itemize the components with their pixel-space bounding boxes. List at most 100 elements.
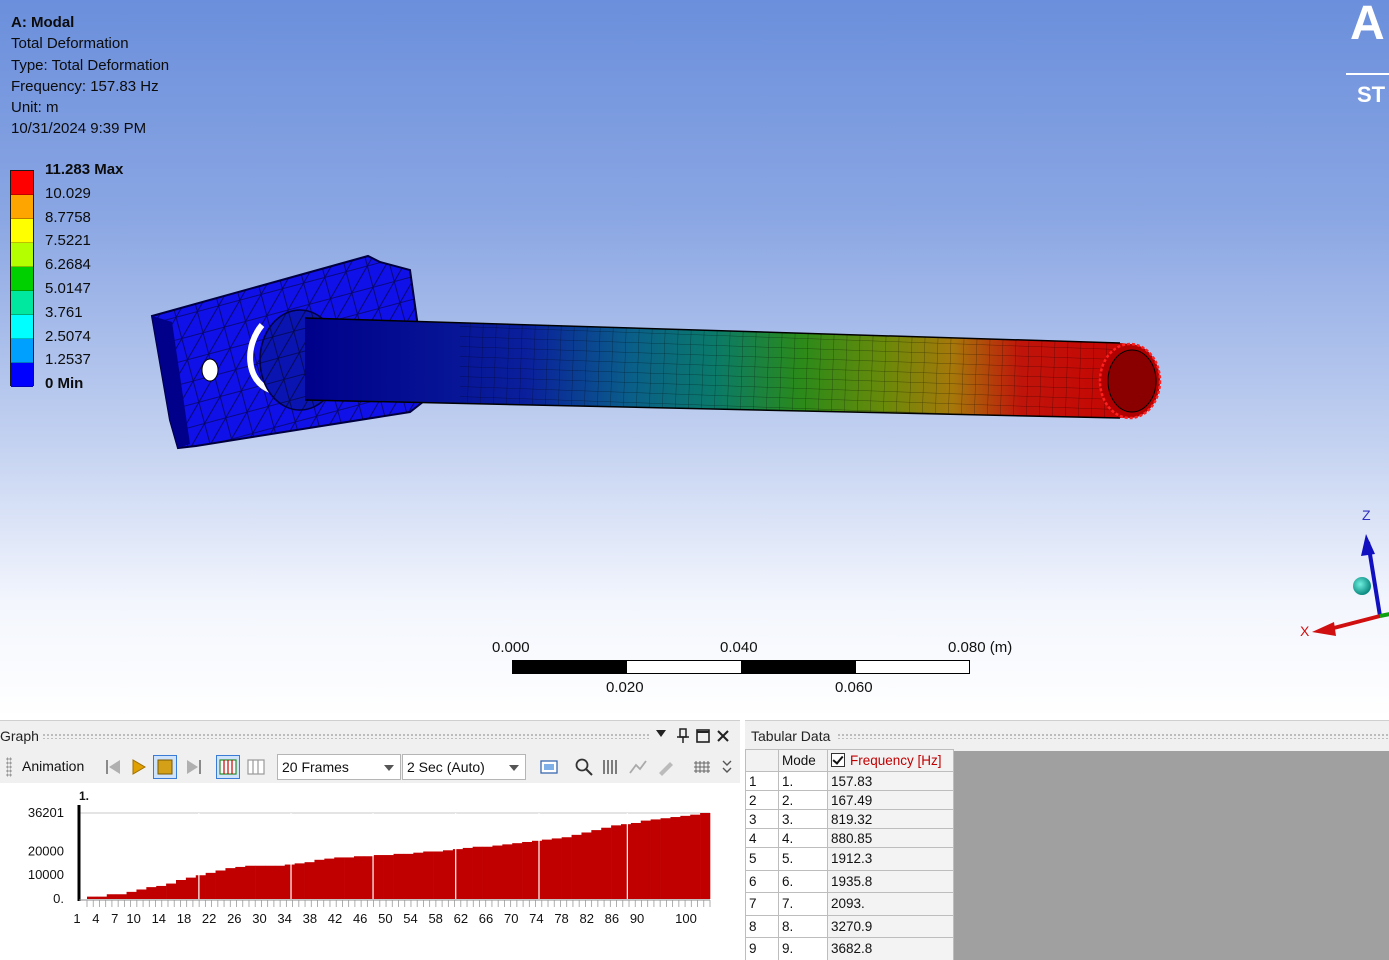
table-row[interactable]: 4 4. 880.85 xyxy=(745,828,954,848)
toolbar-overflow-button[interactable] xyxy=(718,755,736,779)
frequency-bar xyxy=(265,865,276,899)
duration-select[interactable]: 2 Sec (Auto) xyxy=(402,754,526,780)
frequency-bar xyxy=(532,840,543,899)
x-axis-arrow xyxy=(1312,622,1336,636)
frequency-checkbox[interactable] xyxy=(831,753,845,767)
table-header-row: Mode Frequency [Hz] xyxy=(745,749,954,772)
frequency-column-header[interactable]: Frequency [Hz] xyxy=(827,749,954,772)
row-index-cell: 2 xyxy=(745,790,779,810)
frequency-cell: 880.85 xyxy=(827,828,954,848)
distributed-frames-button[interactable] xyxy=(216,755,240,779)
graph-panel-title: Graph xyxy=(0,728,39,744)
frequency-bar xyxy=(482,846,493,899)
palette-button[interactable] xyxy=(654,755,678,779)
export-video-button[interactable] xyxy=(537,755,561,779)
frequency-cell: 2093. xyxy=(827,892,954,916)
row-index-cell: 7 xyxy=(745,892,779,916)
coordinate-triad[interactable]: Z X xyxy=(1290,500,1389,650)
next-frame-button[interactable] xyxy=(182,755,206,779)
frequency-bar-chart[interactable]: 1. 36201 20000 10000 0. 1 4 7 10 14 18 22 26 30 34 38 42… xyxy=(0,783,740,960)
x-tick-label: 86 xyxy=(605,911,619,926)
y-tick-label: 20000 xyxy=(28,843,64,858)
x-tick-label: 70 xyxy=(504,911,518,926)
frequency-bar xyxy=(433,851,444,899)
animation-toolbar: Animation 20 Frames 2 Sec (Auto) xyxy=(0,751,740,783)
row-index-cell: 8 xyxy=(745,914,779,938)
frames-distributed-icon xyxy=(219,759,237,775)
x-tick-label: 100 xyxy=(675,911,697,926)
frequency-bar xyxy=(176,879,187,899)
frequency-bar xyxy=(413,852,424,899)
x-tick-label: 50 xyxy=(378,911,392,926)
frequency-bar xyxy=(334,857,345,899)
x-tick-label: 58 xyxy=(428,911,442,926)
mode-column-header[interactable]: Mode xyxy=(778,749,828,772)
panel-menu-icon[interactable] xyxy=(656,730,666,737)
frequency-bar xyxy=(551,838,562,899)
table-row[interactable]: 8 8. 3270.9 xyxy=(745,914,954,938)
frequency-bar xyxy=(423,851,434,899)
grid-button[interactable] xyxy=(599,755,623,779)
y-tick-label: 0. xyxy=(53,891,64,906)
x-tick-label: 10 xyxy=(126,911,140,926)
table-row[interactable]: 1 1. 157.83 xyxy=(745,771,954,791)
frequency-bar xyxy=(245,865,256,899)
frequency-bar xyxy=(205,872,216,899)
deformed-model[interactable] xyxy=(0,0,1389,718)
maximize-icon[interactable] xyxy=(696,729,710,743)
frequency-cell: 3682.8 xyxy=(827,937,954,960)
iso-ball-icon[interactable] xyxy=(1353,577,1371,595)
row-index-cell: 1 xyxy=(745,771,779,791)
table-row[interactable]: 3 3. 819.32 xyxy=(745,809,954,829)
x-tick-label: 42 xyxy=(328,911,342,926)
frequency-bar xyxy=(185,877,197,899)
graph-panel: Graph Animation 20 Frames 2 Sec (Auto) 1… xyxy=(0,720,740,960)
frequency-header-label: Frequency [Hz] xyxy=(850,753,942,768)
trend-button[interactable] xyxy=(626,755,650,779)
frequency-bar xyxy=(195,875,206,899)
mode-cell: 5. xyxy=(778,847,828,871)
stop-button[interactable] xyxy=(153,755,177,779)
frequency-cell: 1935.8 xyxy=(827,869,954,893)
play-button[interactable] xyxy=(126,755,150,779)
options-button[interactable] xyxy=(690,755,714,779)
graphics-viewport[interactable]: A: Modal Total Deformation Type: Total D… xyxy=(0,0,1389,718)
frequency-bar xyxy=(383,855,394,899)
frequency-cell: 819.32 xyxy=(827,809,954,829)
frequency-bar xyxy=(541,839,553,899)
mode-cell: 4. xyxy=(778,828,828,848)
x-tick-label: 18 xyxy=(177,911,191,926)
table-row[interactable]: 7 7. 2093. xyxy=(745,892,954,916)
frequency-cell: 167.49 xyxy=(827,790,954,810)
mode-cell: 6. xyxy=(778,869,828,893)
play-icon xyxy=(132,759,146,775)
logo-mark: A xyxy=(1350,0,1385,50)
table-row[interactable]: 5 5. 1912.3 xyxy=(745,847,954,871)
frequency-bar xyxy=(304,862,315,899)
frequency-bar xyxy=(274,865,286,899)
table-row[interactable]: 6 6. 1935.8 xyxy=(745,869,954,893)
result-sets-button[interactable] xyxy=(244,755,268,779)
x-axis-label: X xyxy=(1300,623,1310,639)
x-tick-label: 78 xyxy=(554,911,568,926)
table-row[interactable]: 2 2. 167.49 xyxy=(745,790,954,810)
chart-svg[interactable]: 1.3620120000100000.1 4 7 10 14 18 22 26 30 34 38 42… xyxy=(0,783,740,960)
frequency-bar xyxy=(166,883,177,899)
x-tick-label: 62 xyxy=(454,911,468,926)
tabular-panel-title: Tabular Data xyxy=(751,728,831,744)
frequency-bar xyxy=(314,859,325,899)
table-row[interactable]: 9 9. 3682.8 xyxy=(745,937,954,960)
toolbar-grip[interactable] xyxy=(6,757,12,777)
pin-icon[interactable] xyxy=(676,728,690,744)
x-tick-label: 7 xyxy=(111,911,118,926)
frequency-bar xyxy=(690,814,701,899)
frames-select[interactable]: 20 Frames xyxy=(277,754,401,780)
previous-frame-button[interactable] xyxy=(101,755,125,779)
x-tick-label: 82 xyxy=(579,911,593,926)
frequency-bar xyxy=(502,844,513,899)
close-icon[interactable] xyxy=(717,730,729,742)
row-index-header xyxy=(745,749,779,772)
zoom-button[interactable] xyxy=(572,755,596,779)
modes-table[interactable]: Mode Frequency [Hz] 1 1. 157.83 2 2. 167.49 3 3… xyxy=(745,749,954,960)
x-tick-label: 34 xyxy=(277,911,291,926)
